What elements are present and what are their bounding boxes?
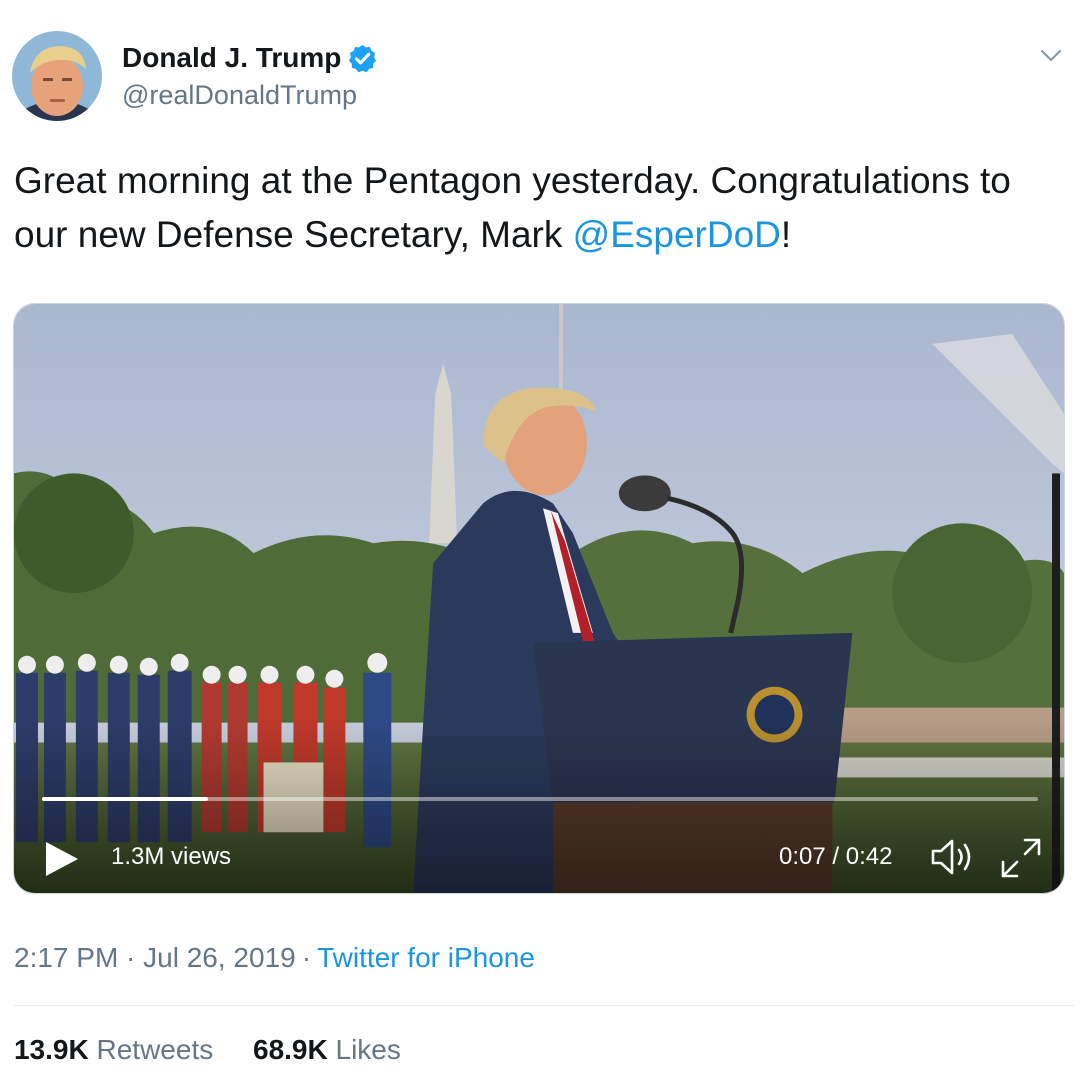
video-player[interactable]: 1.3M views 0:07 / 0:42 <box>13 303 1065 894</box>
tweet-text: Great morning at the Pentagon yesterday.… <box>14 154 1074 262</box>
avatar[interactable] <box>12 31 102 121</box>
likes-count: 68.9K <box>253 1034 328 1065</box>
fullscreen-icon[interactable] <box>999 836 1043 880</box>
tweet-timestamp[interactable]: 2:17 PM · Jul 26, 2019 <box>14 942 296 973</box>
retweets-stat[interactable]: 13.9K Retweets <box>14 1034 213 1066</box>
chevron-down-icon[interactable] <box>1038 42 1064 68</box>
meta-separator: · <box>301 942 312 973</box>
author-display-name[interactable]: Donald J. Trump <box>122 42 341 74</box>
retweets-count: 13.9K <box>14 1034 89 1065</box>
volume-icon[interactable] <box>930 837 976 877</box>
tweet-meta: 2:17 PM · Jul 26, 2019 · Twitter for iPhon… <box>14 942 535 974</box>
video-progress-bar[interactable] <box>42 797 1038 801</box>
play-icon[interactable] <box>44 840 80 878</box>
video-progress-fill <box>42 797 209 801</box>
video-time-readout: 0:07 / 0:42 <box>779 843 893 870</box>
divider <box>14 1005 1074 1006</box>
verified-badge-icon <box>349 44 377 72</box>
retweets-label: Retweets <box>96 1034 214 1065</box>
avatar-image <box>12 31 102 121</box>
likes-label: Likes <box>335 1034 401 1065</box>
tweet-text-body: Great morning at the Pentagon yesterday.… <box>14 160 1011 255</box>
tweet-text-end: ! <box>780 214 792 255</box>
author-handle[interactable]: @realDonaldTrump <box>122 80 357 111</box>
tweet-source-link[interactable]: Twitter for iPhone <box>317 942 535 973</box>
tweet-stats: 13.9K Retweets 68.9K Likes <box>14 1034 433 1066</box>
mention-link[interactable]: @EsperDoD <box>573 214 781 255</box>
video-frame <box>14 304 1064 893</box>
likes-stat[interactable]: 68.9K Likes <box>253 1034 401 1066</box>
video-view-count: 1.3M views <box>111 843 232 870</box>
